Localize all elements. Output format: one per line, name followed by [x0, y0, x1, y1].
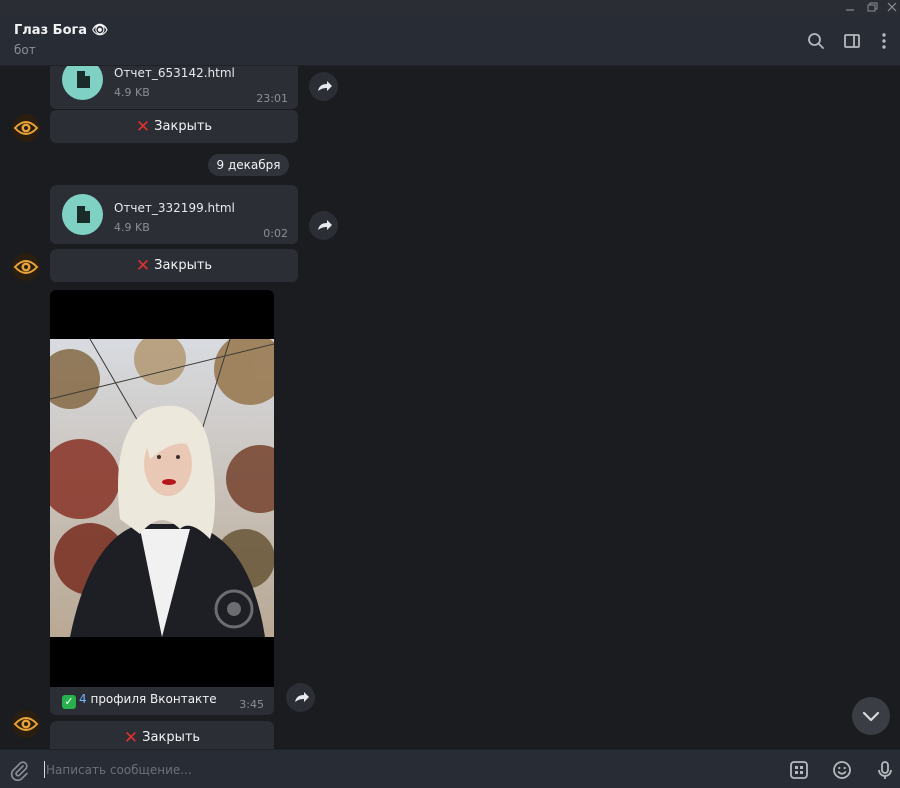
forward-icon: [318, 220, 332, 230]
close-inline-button[interactable]: ✕ Закрыть: [50, 721, 274, 749]
message-time: 23:01: [256, 92, 288, 105]
forward-icon: [295, 692, 309, 702]
forward-button[interactable]: [309, 72, 338, 101]
file-size: 4.9 KB: [114, 221, 150, 234]
check-mark-icon: ✓: [62, 695, 76, 709]
file-size: 4.9 KB: [114, 86, 150, 99]
search-icon[interactable]: [806, 31, 826, 51]
messages-area[interactable]: Отчет_653142.html 4.9 KB 23:01 ✕ Закрыть…: [0, 66, 900, 749]
forward-icon: [318, 81, 332, 91]
file-download-icon[interactable]: [62, 194, 103, 235]
chat-title-text: Глаз Бога: [14, 23, 88, 38]
file-download-icon[interactable]: [62, 66, 103, 100]
cross-mark-icon: ✕: [135, 116, 151, 137]
message-composer: [0, 749, 900, 788]
chat-subtitle: бот: [14, 43, 36, 57]
photo-frame[interactable]: [50, 290, 274, 687]
close-inline-button[interactable]: ✕ Закрыть: [50, 110, 298, 143]
close-button-label: Закрыть: [142, 730, 201, 745]
photo-message[interactable]: ✓ 4 профиля Вконтакте 3:45: [50, 290, 274, 715]
window-titlebar: [0, 0, 900, 15]
caption-text: профиля Вконтакте: [90, 692, 217, 706]
chevron-down-icon: [862, 711, 880, 722]
forward-button[interactable]: [309, 211, 338, 240]
photo-caption: ✓ 4 профиля Вконтакте: [62, 692, 217, 709]
date-separator: 9 декабря: [208, 154, 289, 176]
close-icon[interactable]: [884, 0, 900, 15]
eye-logo-icon: [12, 114, 40, 142]
forward-button[interactable]: [286, 683, 315, 712]
chat-header: Глаз Бога 👁 бот: [0, 15, 900, 66]
profile-photo[interactable]: [50, 339, 274, 637]
emoji-icon[interactable]: [832, 760, 852, 780]
more-vertical-icon[interactable]: [876, 31, 896, 51]
restore-icon[interactable]: [864, 0, 880, 15]
message-input[interactable]: [46, 758, 746, 781]
bot-commands-icon[interactable]: [789, 760, 809, 780]
cross-mark-icon: ✕: [123, 727, 139, 748]
close-inline-button[interactable]: ✕ Закрыть: [50, 249, 298, 282]
close-button-label: Закрыть: [154, 119, 213, 134]
file-message[interactable]: Отчет_653142.html 4.9 KB 23:01: [50, 66, 298, 109]
file-name[interactable]: Отчет_653142.html: [114, 66, 235, 80]
file-message[interactable]: Отчет_332199.html 4.9 KB 0:02: [50, 185, 298, 244]
caption-number: 4: [79, 692, 87, 706]
file-name[interactable]: Отчет_332199.html: [114, 201, 235, 215]
scroll-down-button[interactable]: [852, 697, 890, 735]
bot-avatar[interactable]: [12, 710, 40, 738]
attach-icon[interactable]: [8, 759, 30, 781]
eye-logo-icon: [12, 710, 40, 738]
chat-title[interactable]: Глаз Бога 👁: [14, 23, 108, 38]
close-button-label: Закрыть: [154, 258, 213, 273]
text-caret: [44, 761, 45, 778]
cross-mark-icon: ✕: [135, 255, 151, 276]
message-time: 3:45: [239, 698, 264, 711]
bot-avatar[interactable]: [12, 114, 40, 142]
minimize-icon[interactable]: [842, 0, 858, 15]
microphone-icon[interactable]: [875, 760, 895, 780]
bot-avatar[interactable]: [12, 253, 40, 281]
message-time: 0:02: [263, 227, 288, 240]
eye-logo-icon: [12, 253, 40, 281]
eye-emoji: 👁: [91, 23, 109, 38]
side-panel-icon[interactable]: [842, 31, 862, 51]
